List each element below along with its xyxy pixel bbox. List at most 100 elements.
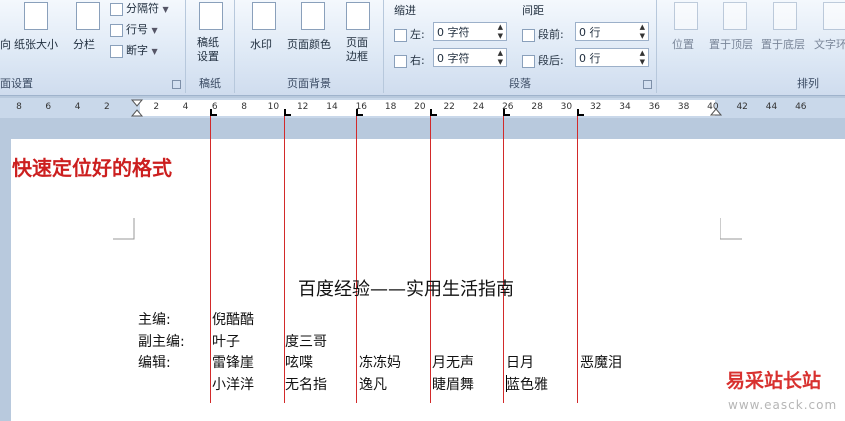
draft-paper-group-label: 稿纸: [199, 77, 221, 90]
left-indent-value: 0 字符: [437, 26, 470, 39]
watermark-icon: [252, 2, 276, 30]
spinner-arrows-icon[interactable]: ▲ ▼: [498, 23, 503, 41]
send-back-button[interactable]: 置于底层: [761, 36, 805, 52]
ruler-number: 18: [384, 102, 397, 112]
spacing-title: 间距: [522, 4, 544, 17]
ruler-number: 8: [241, 102, 247, 112]
margin-corner-mark: [113, 218, 135, 240]
page-setup-group-label: 面设置: [0, 77, 33, 90]
right-indent-input[interactable]: 0 字符 ▲ ▼: [433, 48, 507, 67]
right-indent-text: 右:: [410, 54, 425, 67]
page-color-button[interactable]: 页面颜色: [287, 36, 331, 52]
chevron-down-icon: ▼: [151, 26, 158, 35]
page-background-group: 水印 页面颜色 页面边框 页面背景: [235, 0, 384, 93]
breaks-label: 分隔符: [126, 2, 159, 15]
ruler-number: 4: [74, 102, 81, 112]
space-after-icon: [522, 54, 535, 68]
watermark-button[interactable]: 水印: [250, 36, 272, 52]
breaks-button[interactable]: 分隔符 ▼: [110, 0, 169, 16]
draft-paper-group: 稿纸设置 稿纸: [186, 0, 235, 93]
space-before-input[interactable]: 0 行 ▲ ▼: [575, 22, 649, 41]
columns-icon: [76, 2, 100, 30]
row-label-deputy-editor: 副主编:: [138, 334, 185, 350]
space-before-text: 段前:: [538, 28, 564, 41]
chevron-down-icon: ▼: [151, 47, 158, 56]
tab-stop-icon[interactable]: [430, 109, 437, 116]
paper-size-icon: [24, 2, 48, 30]
position-button[interactable]: 位置: [672, 36, 694, 52]
ruler-number: 10: [267, 102, 280, 112]
ruler-number: 30: [560, 102, 573, 112]
horizontal-ruler[interactable]: 8 6 4 2 2 4 6 8 10 12 14 16 18 20 22 24 26 28 30 32 34 36 38 40…: [0, 98, 845, 118]
line-numbers-icon: [110, 23, 123, 37]
ruler-number: 42: [736, 102, 748, 112]
space-after-input[interactable]: 0 行 ▲ ▼: [575, 48, 649, 67]
page-background-group-label: 页面背景: [287, 77, 331, 90]
left-indent-input[interactable]: 0 字符 ▲ ▼: [433, 22, 507, 41]
paragraph-group: 缩进 间距 左: 0 字符 ▲ ▼ 右: 0 字符 ▲ ▼ 段前: 0 行 ▲ ▼ 段后: …: [384, 0, 657, 93]
ruler-number: 38: [677, 102, 690, 112]
watermark-url: www.easck.com: [728, 398, 838, 412]
name-cell: 逸凡: [359, 377, 387, 393]
watermark-logo: 易采站长站: [726, 370, 822, 392]
right-indent-label: 右:: [394, 52, 425, 68]
tip-heading: 快速定位好的格式: [12, 156, 172, 180]
name-cell: 叶子: [212, 334, 240, 350]
ruler-number: 28: [531, 102, 543, 112]
send-back-icon: [773, 2, 797, 30]
name-cell: 无名指: [285, 377, 327, 393]
text-wrap-icon: [823, 2, 845, 30]
tab-stop-icon[interactable]: [356, 109, 363, 116]
document-title: 百度经验——实用生活指南: [298, 279, 514, 300]
text-wrap-button[interactable]: 文字环: [814, 36, 845, 52]
text-cursor: [506, 375, 507, 392]
ruler-number: 2: [104, 102, 110, 112]
tab-stop-icon[interactable]: [210, 109, 217, 116]
indent-title: 缩进: [394, 4, 416, 17]
name-cell: 恶魔泪: [580, 355, 622, 371]
page-setup-launcher-icon[interactable]: [172, 80, 181, 89]
indent-marker-icon[interactable]: [130, 98, 144, 118]
space-before-icon: [522, 28, 535, 42]
tab-stop-icon[interactable]: [503, 109, 510, 116]
spinner-arrows-icon[interactable]: ▲ ▼: [640, 49, 645, 67]
right-indent-icon: [394, 54, 407, 68]
ruler-number: 36: [648, 102, 661, 112]
line-numbers-button[interactable]: 行号 ▼: [110, 21, 158, 37]
ruler-number: 22: [443, 102, 455, 112]
tab-stop-icon[interactable]: [577, 109, 584, 116]
right-indent-marker-icon[interactable]: [710, 104, 722, 116]
left-indent-label: 左:: [394, 26, 425, 42]
breaks-icon: [110, 2, 123, 16]
name-cell: 日月: [506, 355, 534, 371]
ruler-number: 24: [472, 102, 485, 112]
ruler-number: 12: [296, 102, 309, 112]
orientation-button[interactable]: 向: [0, 36, 11, 52]
ruler-number: 46: [795, 102, 807, 112]
page-borders-button[interactable]: 页面边框: [346, 36, 372, 64]
hyphenation-button[interactable]: 断字 ▼: [110, 42, 158, 58]
ruler-number: 34: [619, 102, 631, 112]
right-indent-value: 0 字符: [437, 52, 470, 65]
arrange-group: 位置 置于顶层 置于底层 文字环 排列: [657, 0, 845, 93]
bring-front-button[interactable]: 置于顶层: [709, 36, 753, 52]
name-cell: 度三哥: [285, 334, 327, 350]
spinner-arrows-icon[interactable]: ▲ ▼: [498, 49, 503, 67]
tab-stop-icon[interactable]: [284, 109, 291, 116]
space-after-value: 0 行: [579, 52, 601, 65]
bring-front-icon: [723, 2, 747, 30]
page-borders-icon: [346, 2, 370, 30]
space-before-label: 段前:: [522, 26, 564, 42]
tab-guide-line: [356, 116, 357, 403]
columns-button[interactable]: 分栏: [73, 36, 95, 52]
row-label-editors: 编辑:: [138, 355, 171, 371]
left-indent-icon: [394, 28, 407, 42]
ruler-number: 20: [414, 102, 426, 112]
draft-paper-button[interactable]: 稿纸设置: [197, 36, 227, 64]
paper-size-button[interactable]: 纸张大小: [14, 36, 58, 52]
spinner-arrows-icon[interactable]: ▲ ▼: [640, 23, 645, 41]
page-setup-group: 向 纸张大小 分栏 分隔符 ▼ 行号 ▼ 断字 ▼ 面设置: [0, 0, 186, 93]
name-cell: 冻冻妈: [359, 355, 401, 371]
chevron-down-icon: ▼: [162, 5, 169, 14]
paragraph-launcher-icon[interactable]: [643, 80, 652, 89]
